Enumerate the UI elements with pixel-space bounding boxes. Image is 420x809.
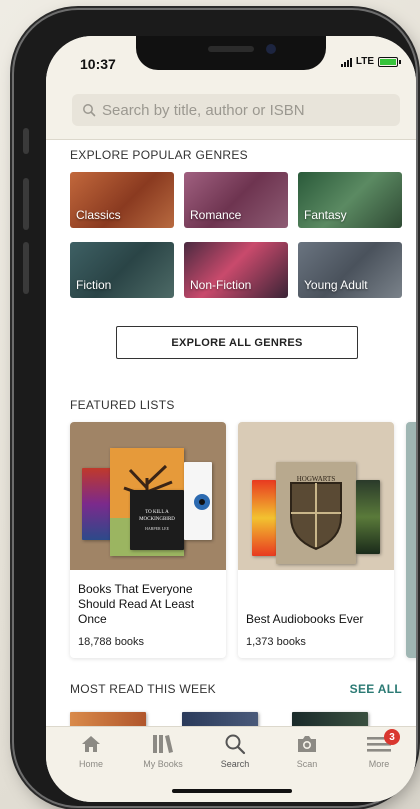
- genre-tile-non-fiction[interactable]: Non-Fiction: [184, 242, 288, 298]
- eye-illustration-icon: [194, 494, 210, 510]
- tab-label: Scan: [296, 759, 318, 769]
- list-title: Books That Everyone Should Read At Least…: [78, 582, 195, 626]
- search-icon: [83, 104, 96, 117]
- phone-frame: 10:37 LTE EXPLORE POPULAR GENRES Classic…: [14, 10, 416, 806]
- status-time: 10:37: [80, 56, 116, 72]
- tab-home[interactable]: Home: [56, 733, 126, 769]
- genre-label: Young Adult: [304, 278, 368, 292]
- network-label: LTE: [355, 56, 374, 67]
- most-read-section-title: MOST READ THIS WEEK: [70, 682, 216, 696]
- book-cover: [252, 480, 276, 556]
- home-indicator: [172, 789, 292, 793]
- crest-label: HOGWARTS: [297, 475, 336, 483]
- search-input[interactable]: [102, 101, 382, 119]
- front-camera: [266, 44, 276, 54]
- featured-section-title: FEATURED LISTS: [70, 398, 175, 412]
- genre-label: Fiction: [76, 278, 112, 292]
- notch: [136, 36, 326, 70]
- book-cover: [82, 468, 112, 540]
- list-book-count: 1,373 books: [246, 636, 306, 648]
- home-icon: [82, 736, 100, 752]
- book-cover: [356, 480, 380, 554]
- book-cover-title: TO KILL A MOCKINGBIRD: [139, 510, 175, 522]
- genres-section-title: EXPLORE POPULAR GENRES: [70, 148, 248, 162]
- genre-tile-young-adult[interactable]: Young Adult: [298, 242, 402, 298]
- tab-label: My Books: [143, 759, 183, 769]
- tab-label: Search: [220, 759, 250, 769]
- bookshelf-icon: [153, 735, 173, 753]
- list-book-count: 18,788 books: [78, 636, 145, 648]
- genre-label: Classics: [76, 208, 121, 222]
- featured-list-card[interactable]: TO KILL A MOCKINGBIRD HARPER LEE Books T…: [70, 422, 226, 658]
- book-cover: HOGWARTS: [276, 462, 356, 564]
- phone-screen: 10:37 LTE EXPLORE POPULAR GENRES Classic…: [46, 36, 416, 802]
- speaker-grille: [208, 46, 254, 52]
- genre-label: Romance: [190, 208, 242, 222]
- book-cover: TO KILL A MOCKINGBIRD HARPER LEE: [130, 490, 184, 550]
- camera-icon: [298, 736, 316, 752]
- list-title: Best Audiobooks Ever: [246, 612, 364, 626]
- featured-list-card-partial[interactable]: [406, 422, 416, 658]
- tab-more[interactable]: 3 More: [344, 729, 414, 769]
- mute-switch: [23, 128, 29, 154]
- tab-label: Home: [78, 759, 103, 769]
- battery-icon: [378, 56, 401, 67]
- search-bar[interactable]: [72, 94, 400, 126]
- genre-tile-classics[interactable]: Classics: [70, 172, 174, 228]
- genre-tile-fantasy[interactable]: Fantasy: [298, 172, 402, 228]
- see-all-link[interactable]: SEE ALL: [350, 682, 402, 696]
- tab-label: More: [368, 759, 390, 769]
- signal-icon: [340, 57, 352, 67]
- search-icon: [225, 734, 246, 755]
- tab-scan[interactable]: Scan: [272, 733, 342, 769]
- genre-tile-fiction[interactable]: Fiction: [70, 242, 174, 298]
- tab-my-books[interactable]: My Books: [128, 733, 198, 769]
- notification-badge: 3: [384, 729, 400, 745]
- explore-all-genres-button[interactable]: EXPLORE ALL GENRES: [116, 326, 358, 359]
- featured-list-card[interactable]: HOGWARTS Best Audiobooks Ever 1,373 book…: [238, 422, 394, 658]
- genre-label: Non-Fiction: [190, 278, 252, 292]
- volume-up-button: [23, 178, 29, 230]
- volume-down-button: [23, 242, 29, 294]
- genre-tile-romance[interactable]: Romance: [184, 172, 288, 228]
- list-cover-collage: HOGWARTS: [238, 422, 394, 570]
- genre-label: Fantasy: [304, 208, 347, 222]
- bottom-tab-bar: Home My Books Search Scan 3 More: [46, 726, 416, 802]
- crest-icon: HOGWARTS: [290, 475, 342, 551]
- tab-search[interactable]: Search: [200, 733, 270, 769]
- list-cover-collage: TO KILL A MOCKINGBIRD HARPER LEE: [70, 422, 226, 570]
- book-cover-author: HARPER LEE: [144, 526, 170, 531]
- status-indicators: LTE: [340, 56, 401, 67]
- book-cover: [184, 462, 212, 540]
